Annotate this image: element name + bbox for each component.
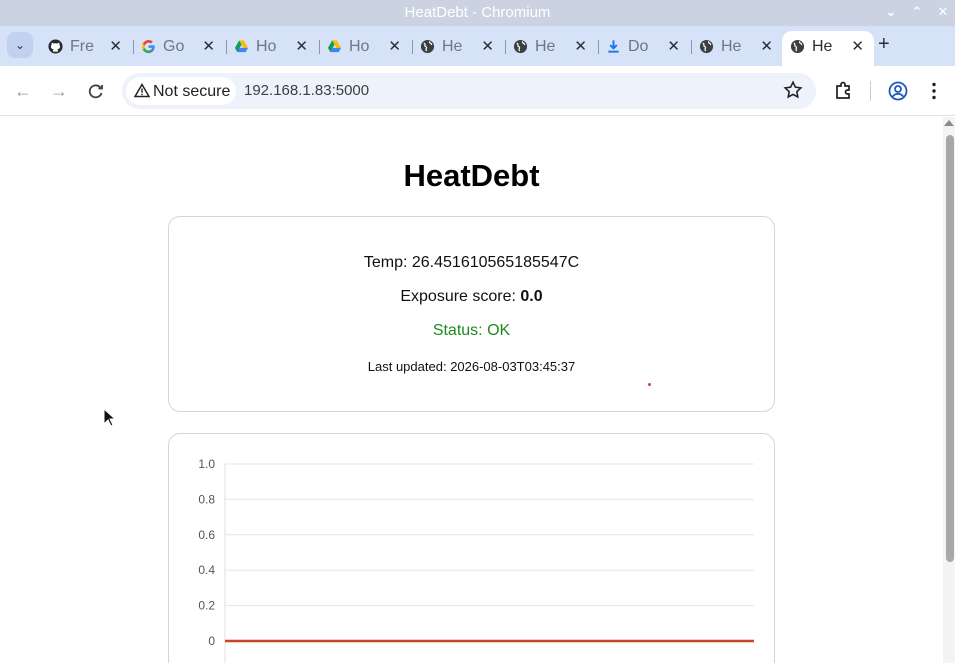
google-drive-icon	[234, 40, 249, 53]
google-icon	[142, 40, 155, 54]
site-info-chip[interactable]: Not secure	[126, 77, 236, 105]
tab-label: He	[812, 38, 833, 55]
tab-2[interactable]: Go ✕	[133, 31, 227, 62]
scrollbar-thumb[interactable]	[946, 135, 954, 562]
temp-value: 26.451610565185547C	[411, 254, 580, 271]
globe-icon	[699, 39, 714, 54]
warning-triangle-icon	[134, 83, 150, 98]
tab-strip: ⌄ Fre ✕ Go ✕ Ho ✕ Ho ✕ He ✕ He ✕ Do ✕ He…	[0, 26, 955, 66]
new-tab-plus-icon[interactable]: +	[878, 33, 890, 56]
last-updated-label: Last updated:	[367, 359, 447, 374]
scroll-up-arrow-icon[interactable]	[944, 120, 954, 126]
globe-icon	[790, 39, 805, 54]
y-tick-label: 0.4	[198, 563, 215, 577]
tab-close-icon[interactable]: ✕	[481, 37, 494, 55]
tab-label: Fre	[70, 38, 94, 55]
tab-4[interactable]: Ho ✕	[319, 31, 413, 62]
address-bar[interactable]: Not secure 192.168.1.83:5000	[122, 73, 816, 109]
tab-label: He	[535, 38, 556, 55]
reload-icon[interactable]	[85, 80, 107, 102]
page-viewport: HeatDebt Temp: 26.451610565185547C Expos…	[0, 117, 943, 663]
tab-1[interactable]: Fre ✕	[40, 31, 134, 62]
window-titlebar: HeatDebt - Chromium ⌄ ⌃ ✕	[0, 0, 955, 26]
temperature-line: Temp: 26.451610565185547C	[169, 254, 774, 272]
tab-label: He	[442, 38, 463, 55]
close-window-icon[interactable]: ✕	[934, 3, 952, 21]
toolbar-separator	[870, 81, 871, 101]
tab-label: Go	[163, 38, 185, 55]
tab-close-icon[interactable]: ✕	[109, 37, 122, 55]
tab-close-icon[interactable]: ✕	[851, 37, 864, 55]
red-dot-marker	[648, 383, 651, 386]
globe-icon	[420, 39, 435, 54]
tab-6[interactable]: He ✕	[505, 31, 599, 62]
exposure-line-chart: 1.0 0.8 0.6 0.4 0.2 0	[198, 457, 754, 663]
kebab-menu-icon[interactable]	[922, 79, 946, 103]
not-secure-label: Not secure	[153, 83, 231, 100]
exposure-value: 0.0	[520, 288, 543, 305]
tab-label: He	[721, 38, 742, 55]
tab-close-icon[interactable]: ✕	[667, 37, 680, 55]
forward-arrow-icon[interactable]: →	[48, 80, 70, 102]
status-card: Temp: 26.451610565185547C Exposure score…	[168, 216, 775, 412]
tab-label: Do	[628, 38, 649, 55]
tab-close-icon[interactable]: ✕	[202, 37, 215, 55]
temp-label: Temp:	[363, 254, 408, 271]
last-updated-line: Last updated: 2026-08-03T03:45:37	[169, 359, 774, 374]
y-tick-label: 0.6	[198, 528, 215, 542]
tab-search-chevron-icon[interactable]: ⌄	[7, 32, 33, 58]
globe-icon	[513, 39, 528, 54]
tab-close-icon[interactable]: ✕	[388, 37, 401, 55]
y-tick-label: 0.8	[198, 492, 215, 506]
github-icon	[48, 39, 63, 54]
exposure-line: Exposure score: 0.0	[169, 288, 774, 306]
tab-9-active[interactable]: He ✕	[782, 31, 874, 66]
bookmark-star-icon[interactable]	[782, 79, 804, 101]
tab-close-icon[interactable]: ✕	[295, 37, 308, 55]
page-title: HeatDebt	[403, 158, 540, 193]
url-text[interactable]: 192.168.1.83:5000	[244, 82, 369, 99]
tab-3[interactable]: Ho ✕	[226, 31, 320, 62]
last-updated-value: 2026-08-03T03:45:37	[450, 359, 576, 374]
chart-card: 1.0 0.8 0.6 0.4 0.2 0	[168, 433, 775, 663]
exposure-label: Exposure score:	[400, 288, 516, 305]
tab-label: Ho	[349, 38, 370, 55]
window-title: HeatDebt - Chromium	[404, 4, 551, 21]
status-text: Status: OK	[432, 322, 511, 339]
back-arrow-icon[interactable]: ←	[12, 80, 34, 102]
tab-8[interactable]: He ✕	[691, 31, 783, 62]
y-tick-label: 0	[208, 634, 215, 648]
tab-5[interactable]: He ✕	[412, 31, 506, 62]
tab-close-icon[interactable]: ✕	[760, 37, 773, 55]
tab-label: Ho	[256, 38, 277, 55]
profile-avatar-icon[interactable]	[886, 79, 910, 103]
extensions-puzzle-icon[interactable]	[832, 79, 856, 103]
download-icon	[608, 40, 619, 53]
y-tick-label: 0.2	[198, 599, 215, 613]
minimize-chevron-icon[interactable]: ⌄	[882, 3, 900, 21]
browser-toolbar: ← → Not secure 192.168.1.83:5000	[0, 66, 955, 116]
y-tick-label: 1.0	[198, 457, 215, 471]
maximize-chevron-icon[interactable]: ⌃	[908, 3, 926, 21]
tab-7[interactable]: Do ✕	[598, 31, 692, 62]
mouse-cursor-icon	[103, 408, 117, 427]
google-drive-icon	[327, 40, 342, 53]
tab-close-icon[interactable]: ✕	[574, 37, 587, 55]
